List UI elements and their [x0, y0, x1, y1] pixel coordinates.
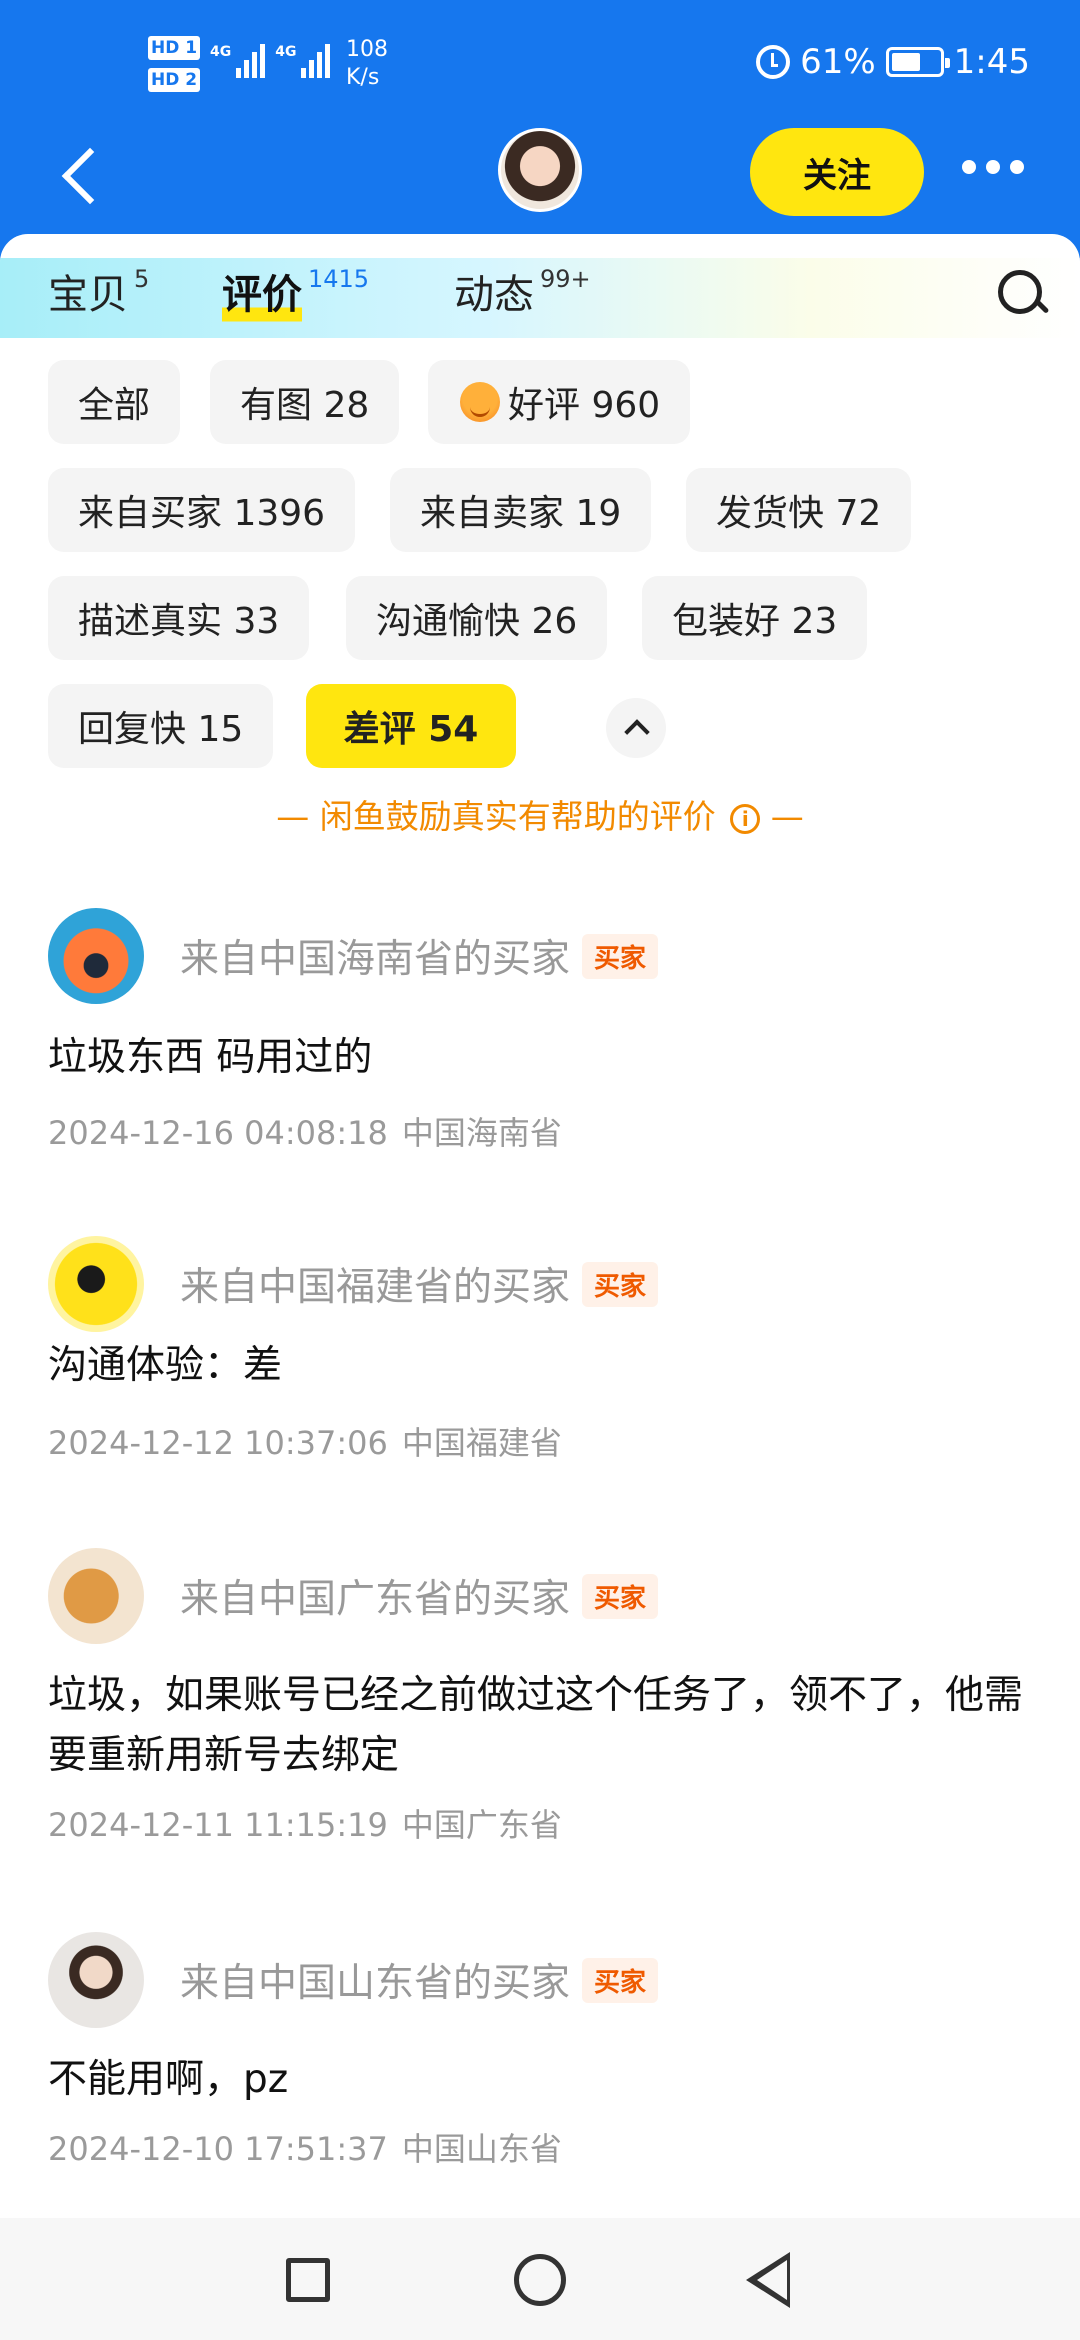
review-location: 中国福建省 — [401, 1424, 562, 1462]
info-icon[interactable]: i — [730, 804, 761, 834]
tab-items-label: 宝贝 — [48, 272, 128, 318]
filter-chip-negative[interactable]: 差评 54 — [306, 684, 516, 768]
review-text: 垃圾东西 码用过的 — [48, 1035, 373, 1080]
filter-chip-all[interactable]: 全部 — [48, 360, 181, 444]
battery-percent: 61% — [800, 42, 876, 82]
follow-button[interactable]: 关注 — [750, 128, 924, 216]
buyer-badge: 买家 — [582, 1957, 659, 2003]
reviewer-avatar[interactable] — [48, 1236, 144, 1332]
tab-items[interactable]: 宝贝 5 — [48, 260, 149, 330]
tab-feed[interactable]: 动态 99+ — [454, 260, 591, 330]
back-triangle-icon[interactable] — [746, 2252, 802, 2308]
tab-bar: 宝贝 5 评价 1415 动态 99+ — [0, 234, 1080, 344]
filter-chip-from-seller[interactable]: 来自卖家 19 — [390, 468, 652, 552]
review-location: 中国广东省 — [401, 1806, 562, 1844]
status-bar: HD 1 HD 2 4G 4G 108 K/s 61% 1:45 — [0, 0, 1080, 130]
review-meta: 2024-12-10 17:51:37 中国山东省 — [48, 2124, 1038, 2170]
collapse-chevron-up-icon[interactable] — [606, 698, 666, 758]
recents-square-icon[interactable] — [286, 2258, 330, 2302]
review-datetime: 2024-12-11 11:15:19 — [48, 1806, 388, 1844]
review-meta: 2024-12-11 11:15:19 中国广东省 — [48, 1800, 1038, 1846]
seller-avatar[interactable] — [498, 128, 582, 212]
review-text: 不能用啊，pz — [48, 2057, 289, 2102]
review-meta: 2024-12-16 04:08:18 中国海南省 — [48, 1108, 1038, 1154]
signal-2-icon: 4G — [275, 44, 331, 78]
encourage-note: — 闲鱼鼓励真实有帮助的评价 i — — [0, 790, 1080, 838]
review-header: 来自中国福建省的买家 买家 — [48, 1234, 1038, 1334]
filter-chip-from-buyer[interactable]: 来自买家 1396 — [48, 468, 356, 552]
filter-chip-good-packaging[interactable]: 包装好 23 — [642, 576, 868, 660]
network-speed: 108 K/s — [346, 36, 388, 92]
review-header: 来自中国山东省的买家 买家 — [48, 1930, 1038, 2030]
review-item: 来自中国福建省的买家 买家 沟通体验：差 2024-12-12 10:37:06… — [48, 1234, 1038, 1464]
clock: 1:45 — [953, 42, 1030, 82]
filter-chip-with-images[interactable]: 有图 28 — [210, 360, 400, 444]
buyer-badge: 买家 — [582, 1261, 659, 1307]
reviewer-origin: 来自中国山东省的买家 — [180, 1961, 571, 2006]
review-text: 沟通体验：差 — [48, 1343, 283, 1388]
reviewer-avatar[interactable] — [48, 1932, 144, 2028]
network-speed-value: 108 — [346, 37, 388, 62]
signal-1-icon: 4G — [210, 44, 266, 78]
sim2-label: HD 2 — [148, 68, 201, 92]
status-right: 61% 1:45 — [756, 42, 1030, 82]
reviewer-origin: 来自中国福建省的买家 — [180, 1265, 571, 1310]
review-location: 中国海南省 — [401, 1114, 562, 1152]
nav-bar: 关注 — [0, 120, 1080, 240]
battery-fill — [891, 53, 920, 71]
alarm-icon — [756, 45, 791, 79]
filter-chip-accurate[interactable]: 描述真实 33 — [48, 576, 310, 660]
filter-chip-positive-label: 好评 960 — [508, 385, 661, 426]
review-header: 来自中国广东省的买家 买家 — [48, 1546, 1038, 1646]
battery-icon — [885, 47, 950, 77]
reviewer-origin: 来自中国海南省的买家 — [180, 937, 571, 982]
reviewer-origin: 来自中国广东省的买家 — [180, 1577, 571, 1622]
review-item: 来自中国山东省的买家 买家 不能用啊，pz 2024-12-10 17:51:3… — [48, 1930, 1038, 2170]
home-circle-icon[interactable] — [514, 2254, 566, 2306]
review-header: 来自中国海南省的买家 买家 — [48, 906, 1038, 1006]
tab-feed-label: 动态 — [454, 272, 534, 318]
encourage-note-text: — 闲鱼鼓励真实有帮助的评价 — [276, 797, 716, 836]
review-item: 来自中国广东省的买家 买家 垃圾，如果账号已经之前做过这个任务了，领不了，他需要… — [48, 1546, 1038, 1846]
tab-feed-count: 99+ — [540, 265, 591, 293]
filter-chip-fast-reply[interactable]: 回复快 15 — [48, 684, 274, 768]
encourage-note-dash: — — [770, 797, 804, 836]
smiling-face-icon — [460, 382, 500, 422]
sim1-label: HD 1 — [148, 36, 201, 60]
sim-indicator: HD 1 HD 2 — [148, 36, 201, 100]
back-arrow-icon[interactable] — [58, 146, 118, 206]
filter-chip-fast-shipping[interactable]: 发货快 72 — [686, 468, 912, 552]
review-datetime: 2024-12-10 17:51:37 — [48, 2130, 388, 2168]
signal-1-label: 4G — [210, 44, 232, 60]
network-speed-unit: K/s — [346, 65, 380, 90]
tab-reviews-count: 1415 — [308, 265, 370, 293]
system-nav-bar — [0, 2218, 1080, 2340]
buyer-badge: 买家 — [582, 933, 659, 979]
filter-chip-good-communication[interactable]: 沟通愉快 26 — [346, 576, 608, 660]
tab-items-count: 5 — [134, 265, 150, 293]
buyer-badge: 买家 — [582, 1573, 659, 1619]
review-text: 垃圾，如果账号已经之前做过这个任务了，领不了，他需要重新用新号去绑定 — [48, 1673, 1024, 1778]
tab-reviews[interactable]: 评价 1415 — [222, 260, 369, 330]
reviewer-avatar[interactable] — [48, 908, 144, 1004]
more-options-icon[interactable] — [962, 160, 1024, 174]
signal-2-label: 4G — [275, 44, 297, 60]
reviewer-avatar[interactable] — [48, 1548, 144, 1644]
review-item: 来自中国海南省的买家 买家 垃圾东西 码用过的 2024-12-16 04:08… — [48, 906, 1038, 1154]
filter-chip-positive[interactable]: 好评 960 — [428, 360, 691, 444]
review-location: 中国山东省 — [401, 2130, 562, 2168]
signal-icons: 4G 4G — [210, 44, 331, 78]
search-icon[interactable] — [994, 266, 1052, 324]
tab-reviews-label: 评价 — [222, 260, 302, 330]
review-datetime: 2024-12-12 10:37:06 — [48, 1424, 388, 1462]
review-meta: 2024-12-12 10:37:06 中国福建省 — [48, 1418, 1038, 1464]
review-datetime: 2024-12-16 04:08:18 — [48, 1114, 388, 1152]
